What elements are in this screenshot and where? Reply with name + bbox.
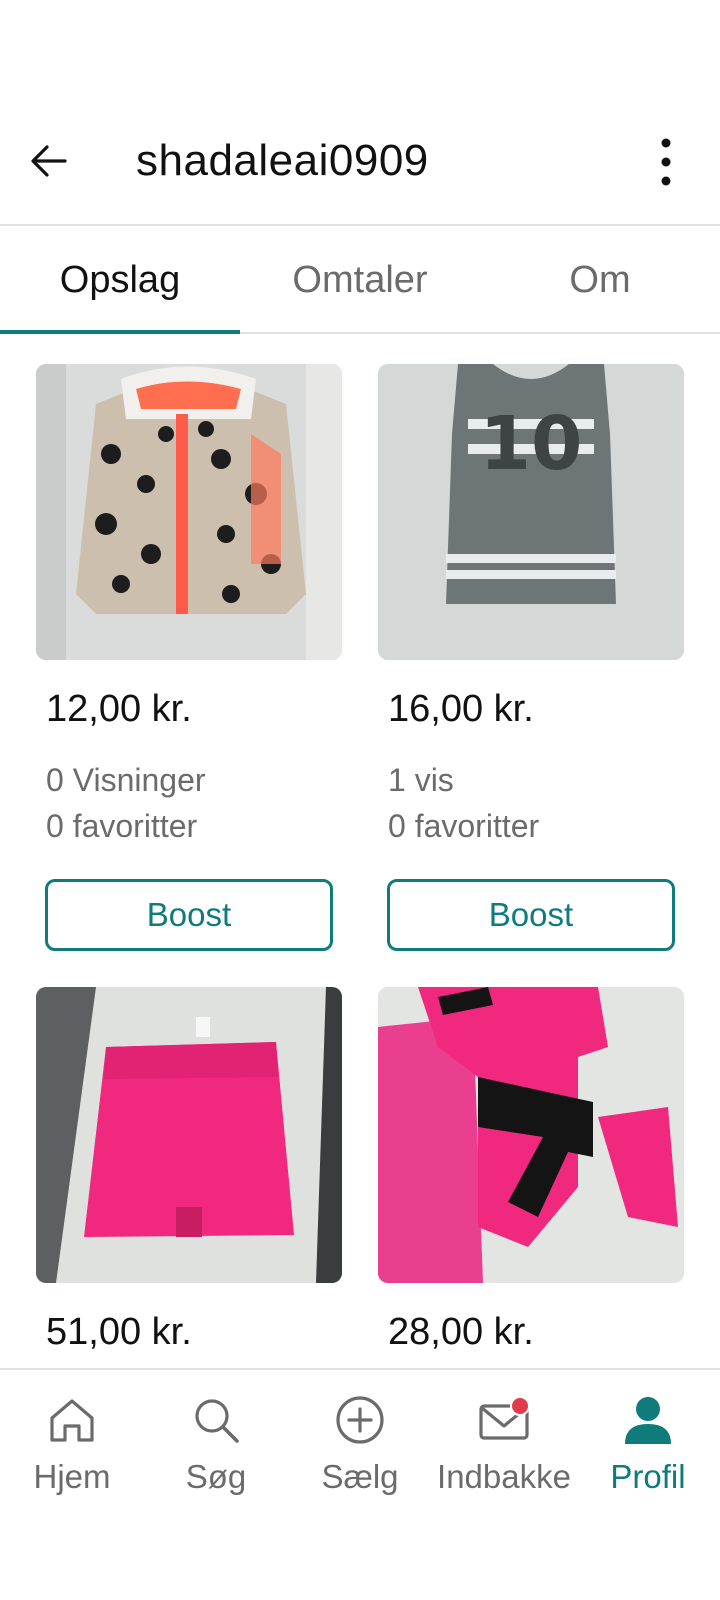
nav-label: Profil — [610, 1458, 686, 1495]
back-button[interactable] — [26, 138, 72, 184]
nav-label: Sælg — [321, 1458, 399, 1495]
page-title: shadaleai0909 — [136, 136, 429, 185]
listing-stats: 1 vis 0 favoritter — [388, 757, 684, 849]
more-vertical-icon — [661, 138, 671, 186]
nav-label: Hjem — [33, 1458, 111, 1495]
listing-card[interactable]: 10 16,00 kr. 1 vis 0 favoritter Boost — [378, 364, 684, 951]
listing-image[interactable] — [378, 987, 684, 1283]
listing-price: 28,00 kr. — [388, 1311, 534, 1353]
plus-circle-icon — [332, 1392, 388, 1448]
svg-text:10: 10 — [480, 401, 583, 487]
listing-card[interactable]: 51,00 kr. — [36, 987, 342, 1354]
mail-icon — [476, 1392, 532, 1448]
listing-views: 0 Visninger — [46, 762, 206, 798]
listing-price: 16,00 kr. — [388, 688, 534, 730]
listing-price: 12,00 kr. — [46, 688, 192, 730]
bottom-navigation: Hjem Søg Sælg Indbakke Profil — [0, 1368, 720, 1600]
search-icon — [188, 1392, 244, 1448]
tab-om[interactable]: Om — [480, 228, 720, 332]
listing-image[interactable] — [36, 987, 342, 1283]
more-options-button[interactable] — [646, 134, 686, 190]
listing-image[interactable] — [36, 364, 342, 660]
listing-stats: 0 Visninger 0 favoritter — [46, 757, 342, 849]
listing-favorites: 0 favoritter — [46, 808, 198, 844]
app-header: shadaleai0909 — [0, 108, 720, 226]
boost-button[interactable]: Boost — [45, 879, 333, 951]
listing-views: 1 vis — [388, 762, 454, 798]
tab-opslag[interactable]: Opslag — [0, 228, 240, 334]
listings-grid: 12,00 kr. 0 Visninger 0 favoritter Boost… — [36, 364, 684, 1354]
listing-card[interactable]: 28,00 kr. — [378, 987, 684, 1354]
profile-icon — [620, 1392, 676, 1448]
listing-favorites: 0 favoritter — [388, 808, 540, 844]
listing-image[interactable]: 10 — [378, 364, 684, 660]
nav-item-saelg[interactable]: Sælg — [288, 1392, 432, 1502]
boost-button[interactable]: Boost — [387, 879, 675, 951]
nav-item-profil[interactable]: Profil — [576, 1392, 720, 1502]
nav-item-soeg[interactable]: Søg — [144, 1392, 288, 1502]
notification-badge — [510, 1396, 530, 1416]
home-icon — [44, 1392, 100, 1448]
profile-tabs: Opslag Omtaler Om — [0, 228, 720, 334]
listing-card[interactable]: 12,00 kr. 0 Visninger 0 favoritter Boost — [36, 364, 342, 951]
tab-omtaler[interactable]: Omtaler — [240, 228, 480, 332]
arrow-left-icon — [31, 145, 67, 177]
nav-label: Søg — [185, 1458, 247, 1495]
listing-price: 51,00 kr. — [46, 1311, 192, 1353]
nav-item-hjem[interactable]: Hjem — [0, 1392, 144, 1502]
nav-label: Indbakke — [437, 1458, 571, 1495]
nav-item-indbakke[interactable]: Indbakke — [432, 1392, 576, 1502]
